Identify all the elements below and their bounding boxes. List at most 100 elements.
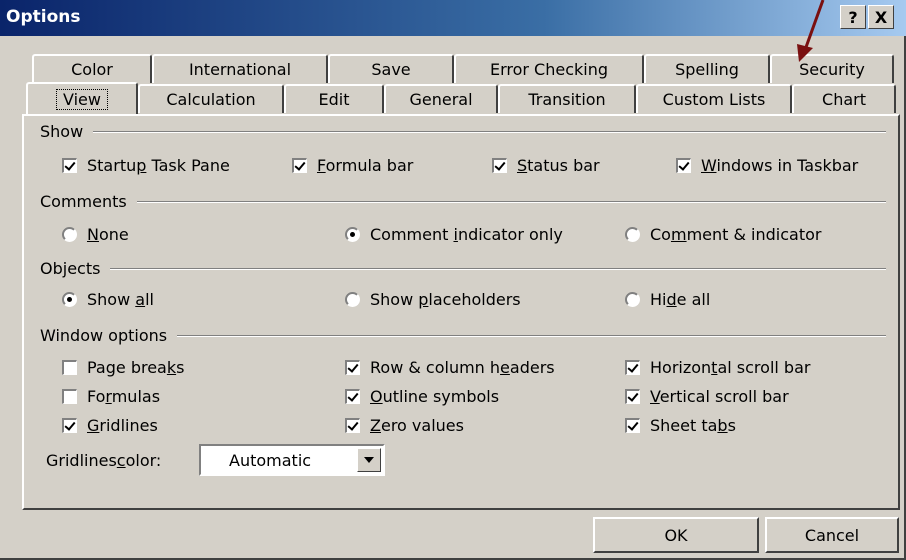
tab-label: Chart [822,90,866,109]
option-label: Formulas [87,387,161,406]
row-column-headers-checkbox[interactable]: Row & column headers [345,358,555,377]
title-bar: Options ? X [0,0,906,36]
radio-circle[interactable] [62,292,77,307]
close-button[interactable]: X [868,5,894,29]
vertical-scroll-bar-checkbox[interactable]: Vertical scroll bar [625,387,789,406]
tab-international[interactable]: International [152,54,328,83]
cancel-button[interactable]: Cancel [765,517,899,553]
option-label: Outline symbols [370,387,500,406]
radio-circle[interactable] [345,227,360,242]
option-label: Show placeholders [370,290,521,309]
tab-label: International [188,60,292,79]
zero-values-checkbox[interactable]: Zero values [345,416,464,435]
tab-save[interactable]: Save [328,54,454,83]
radio-circle[interactable] [345,292,360,307]
tab-error-checking[interactable]: Error Checking [454,54,644,83]
option-label: Formula bar [317,156,414,175]
radio-circle[interactable] [62,227,77,242]
option-label: Show all [87,290,154,309]
checkbox-box[interactable] [62,158,77,173]
annotation-arrow-icon [797,0,825,62]
ok-button[interactable]: OK [593,517,759,553]
comment-and-indicator-radio[interactable]: Comment & indicator [625,225,821,244]
checkbox-box[interactable] [345,360,360,375]
comments-none-radio[interactable]: None [62,225,129,244]
windows-in-taskbar-checkbox[interactable]: Windows in Taskbar [676,156,858,175]
checkbox-box[interactable] [62,418,77,433]
option-label: None [87,225,129,244]
sheet-tabs-checkbox[interactable]: Sheet tabs [625,416,736,435]
gridlines-color-dropdown[interactable]: Automatic [199,444,385,476]
checkbox-box[interactable] [62,360,77,375]
checkbox-box[interactable] [62,389,77,404]
checkbox-box[interactable] [676,158,691,173]
window-options-group-header: Window options [40,326,886,345]
option-label: Vertical scroll bar [650,387,789,406]
tab-transition[interactable]: Transition [498,84,636,113]
group-title: Comments [40,192,127,211]
group-title: Show [40,122,84,141]
formulas-checkbox[interactable]: Formulas [62,387,160,406]
gridlines-checkbox[interactable]: Gridlines [62,416,158,435]
comments-group-header: Comments [40,192,886,211]
tab-label: Transition [528,90,606,109]
group-title: Window options [40,326,168,345]
hide-all-radio[interactable]: Hide all [625,290,710,309]
checkbox-box[interactable] [625,418,640,433]
group-divider [136,200,886,203]
status-bar-checkbox[interactable]: Status bar [492,156,600,175]
checkbox-box[interactable] [292,158,307,173]
horizontal-scroll-bar-checkbox[interactable]: Horizontal scroll bar [625,358,810,377]
formula-bar-checkbox[interactable]: Formula bar [292,156,413,175]
option-label: Zero values [370,416,464,435]
tab-label: Calculation [166,90,256,109]
checkbox-box[interactable] [345,418,360,433]
group-divider [177,334,886,337]
tab-chart[interactable]: Chart [792,84,896,113]
gridlines-color-label: Gridlines c olor: [46,451,162,470]
option-label: Row & column headers [370,358,555,377]
tab-label: Save [371,60,411,79]
checkbox-box[interactable] [625,389,640,404]
page-breaks-checkbox[interactable]: Page breaks [62,358,184,377]
tab-calculation[interactable]: Calculation [138,84,284,113]
tab-label: Spelling [675,60,739,79]
tab-label: Custom Lists [662,90,766,109]
option-label: Horizontal scroll bar [650,358,811,377]
gridlines-color-value: Automatic [229,451,312,470]
dropdown-arrow-icon[interactable] [357,448,381,472]
checkbox-box[interactable] [492,158,507,173]
option-label: Hide all [650,290,711,309]
group-divider [110,267,886,270]
tab-general[interactable]: General [384,84,498,113]
radio-circle[interactable] [625,227,640,242]
objects-group-header: Objects [40,259,886,278]
radio-circle[interactable] [625,292,640,307]
comment-indicator-only-radio[interactable]: Comment indicator only [345,225,563,244]
option-label: Status bar [517,156,600,175]
show-all-radio[interactable]: Show all [62,290,154,309]
tab-custom-lists[interactable]: Custom Lists [636,84,792,113]
option-label: Comment & indicator [650,225,822,244]
option-label: Comment indicator only [370,225,563,244]
option-label: Page breaks [87,358,185,377]
tab-label: Edit [318,90,350,109]
group-divider [93,130,886,133]
startup-task-pane-checkbox[interactable]: Startup Task Pane [62,156,230,175]
option-label: Sheet tabs [650,416,736,435]
window-title: Options [6,7,81,27]
tab-label: View [56,88,108,110]
outline-symbols-checkbox[interactable]: Outline symbols [345,387,499,406]
tab-color[interactable]: Color [32,54,152,83]
show-placeholders-radio[interactable]: Show placeholders [345,290,521,309]
option-label: Startup Task Pane [87,156,230,175]
checkbox-box[interactable] [345,389,360,404]
tab-label: Color [71,60,113,79]
tab-edit[interactable]: Edit [284,84,384,113]
options-dialog: Options ? X Color International Save Err… [0,0,906,560]
tab-label: Error Checking [489,60,609,79]
tab-spelling[interactable]: Spelling [644,54,770,83]
option-label: Gridlines [87,416,158,435]
checkbox-box[interactable] [625,360,640,375]
tab-view[interactable]: View [26,82,138,114]
